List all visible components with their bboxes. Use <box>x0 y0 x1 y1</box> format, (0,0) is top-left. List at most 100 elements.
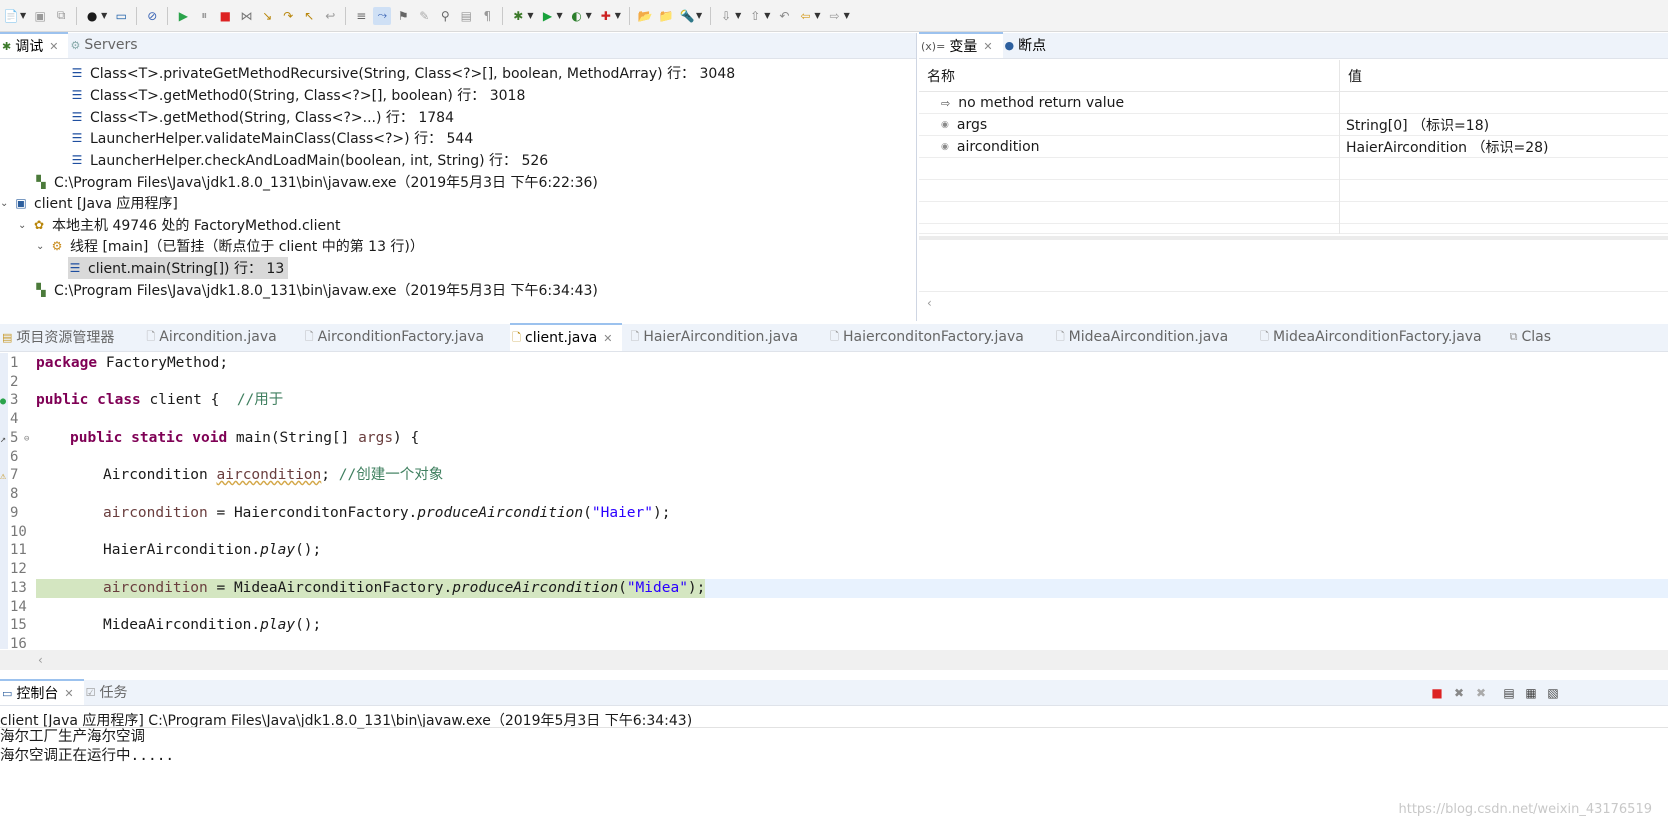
tab-debug[interactable]: ✱ 调试 ✕ <box>0 32 69 58</box>
open-declaration-icon[interactable]: ⚑ <box>394 7 412 25</box>
user-icon[interactable]: ● <box>83 7 101 25</box>
page-icon[interactable]: ▤ <box>457 7 475 25</box>
tab-variables[interactable]: (x)= 变量 ✕ <box>919 32 1003 58</box>
code-editor[interactable]: ● ↗ ⚠ ⊖ 1 2 3 4 5 6 7 8 9 10 11 12 13 14… <box>0 353 1668 652</box>
tab-breakpoints[interactable]: ● 断点 <box>1003 32 1057 58</box>
chevron-down-icon[interactable]: ⌄ <box>18 220 32 231</box>
tab-tasks[interactable]: ☑ 任务 <box>84 679 138 705</box>
save-all-icon[interactable]: ⧉ <box>52 7 70 25</box>
drop-to-frame-icon[interactable]: ↩ <box>321 7 339 25</box>
open-type-icon[interactable]: 📂 <box>636 7 654 25</box>
tab-file[interactable]: 🗋 MideaAircondition.java <box>1034 323 1238 351</box>
selected-stack-frame-row[interactable]: ☰ client.main(String[]) 行： 13 <box>68 257 289 279</box>
variable-row[interactable]: ◉ aircondition HaierAircondition （标识=28) <box>919 136 1668 158</box>
tab-label: MideaAircondition.java <box>1068 329 1229 345</box>
disconnect-icon[interactable]: ⋈ <box>237 7 255 25</box>
stack-frame-row[interactable]: ☰ LauncherHelper.validateMainClass(Class… <box>70 127 474 149</box>
tab-file[interactable]: 🗋 Aircondition.java <box>124 323 286 351</box>
horizontal-scrollbar[interactable]: ‹ <box>919 291 1668 315</box>
run-dropdown-icon[interactable]: ▼ <box>556 11 562 20</box>
code-line-15: MideaAircondition.play(); <box>103 617 322 633</box>
open-task-icon[interactable]: 📁 <box>657 7 675 25</box>
scroll-lock-icon[interactable]: ▦ <box>1522 684 1540 702</box>
detail-pane-divider[interactable] <box>919 236 1668 240</box>
step-return-icon[interactable]: ↖ <box>300 7 318 25</box>
coverage-dropdown-icon[interactable]: ▼ <box>586 11 592 20</box>
tab-file[interactable]: 🗋 HaierconditonFactory.java <box>808 323 1034 351</box>
value-column-header[interactable]: 值 <box>1340 60 1668 91</box>
tab-file[interactable]: ⧉ Clas <box>1492 323 1561 351</box>
editor-horizontal-scrollbar[interactable]: ‹ <box>0 650 1668 670</box>
last-edit-icon[interactable]: ↶ <box>775 7 793 25</box>
chevron-down-icon[interactable]: ⌄ <box>36 241 50 252</box>
close-icon[interactable]: ✕ <box>983 40 992 53</box>
tab-label: 控制台 <box>16 686 59 702</box>
process-row[interactable]: ▚ C:\Program Files\Java\jdk1.8.0_131\bin… <box>34 279 598 301</box>
forward-dropdown-icon[interactable]: ▼ <box>844 11 850 20</box>
java-file-icon: 🗋 <box>146 329 156 343</box>
close-icon[interactable]: ✕ <box>64 687 73 700</box>
debug-dropdown-icon[interactable]: ▼ <box>527 11 533 20</box>
new-dropdown-icon[interactable]: ▼ <box>20 11 26 20</box>
step-into-icon[interactable]: ↘ <box>258 7 276 25</box>
tab-servers[interactable]: ⚙ Servers <box>68 32 147 58</box>
line-number: 9 <box>10 505 19 521</box>
instrument-icon[interactable]: ⚲ <box>436 7 454 25</box>
terminate-icon[interactable]: ■ <box>216 7 234 25</box>
close-icon[interactable]: ✕ <box>49 40 58 53</box>
launch-row[interactable]: ⌄ ▣ client [Java 应用程序] <box>0 192 178 214</box>
resume-icon[interactable]: ▶ <box>174 7 192 25</box>
tab-file[interactable]: 🗋 MideaAirconditionFactory.java <box>1238 323 1491 351</box>
user-dropdown-icon[interactable]: ▼ <box>101 11 107 20</box>
stack-frame-row[interactable]: ☰ Class<T>.privateGetMethodRecursive(Str… <box>70 62 736 84</box>
search-icon[interactable]: 🔦 <box>678 7 696 25</box>
tab-file[interactable]: 🗋 AirconditionFactory.java <box>287 323 494 351</box>
save-icon[interactable]: ▣ <box>31 7 49 25</box>
run-icon[interactable]: ▶ <box>538 7 556 25</box>
back-icon[interactable]: ⇦ <box>796 7 814 25</box>
next-annotation-icon[interactable]: ⇩ <box>717 7 735 25</box>
tab-file[interactable]: 🗋 HaierAircondition.java <box>622 323 808 351</box>
debug-icon[interactable]: ✱ <box>509 7 527 25</box>
back-dropdown-icon[interactable]: ▼ <box>814 11 820 20</box>
tab-console[interactable]: ▭ 控制台 ✕ <box>0 679 84 705</box>
word-wrap-icon[interactable]: ▧ <box>1544 684 1562 702</box>
variable-row[interactable]: ◉ args String[0] （标识=18) <box>919 114 1668 136</box>
variable-name: args <box>956 117 988 133</box>
step-over-icon[interactable]: ↷ <box>279 7 297 25</box>
new-icon[interactable]: 📄 <box>2 7 20 25</box>
paragraph-icon[interactable]: ¶ <box>478 7 496 25</box>
debug-view: ✱ 调试 ✕ ⚙ Servers ☰ Class<T>.privateGetMe… <box>0 32 917 321</box>
prev-annotation-dropdown-icon[interactable]: ▼ <box>764 11 770 20</box>
remove-launch-icon[interactable]: ✖ <box>1450 684 1468 702</box>
debug-target-row[interactable]: ⌄ ✿ 本地主机 49746 处的 FactoryMethod.client <box>18 214 340 236</box>
close-icon[interactable]: ✕ <box>603 332 612 345</box>
edit-icon[interactable]: ✎ <box>415 7 433 25</box>
remove-all-icon[interactable]: ✖ <box>1472 684 1490 702</box>
stack-frame-row[interactable]: ☰ Class<T>.getMethod(String, Class<?>...… <box>70 106 454 128</box>
next-annotation-dropdown-icon[interactable]: ▼ <box>735 11 741 20</box>
forward-icon[interactable]: ⇨ <box>826 7 844 25</box>
use-step-filters-icon[interactable]: ≡ <box>352 7 370 25</box>
tab-project-explorer[interactable]: ▤ 项目资源管理器 <box>0 323 124 351</box>
external-tools-dropdown-icon[interactable]: ▼ <box>615 11 621 20</box>
search-dropdown-icon[interactable]: ▼ <box>696 11 702 20</box>
chevron-down-icon[interactable]: ⌄ <box>0 198 14 209</box>
screen-icon[interactable]: ▭ <box>112 7 130 25</box>
variables-header: 名称 值 <box>919 60 1668 92</box>
thread-row[interactable]: ⌄ ⚙ 线程 [main]（已暂挂（断点位于 client 中的第 13 行)） <box>36 235 424 257</box>
external-tools-icon[interactable]: ✚ <box>597 7 615 25</box>
step-filters-toggle-icon[interactable]: ⤳ <box>373 6 392 25</box>
tab-file-active[interactable]: 🗋 client.java ✕ <box>510 323 623 351</box>
coverage-icon[interactable]: ◐ <box>568 7 586 25</box>
stack-frame-row[interactable]: ☰ Class<T>.getMethod0(String, Class<?>[]… <box>70 84 526 106</box>
stack-frame-row[interactable]: ☰ LauncherHelper.checkAndLoadMain(boolea… <box>70 149 549 171</box>
variable-row[interactable]: ⇨ no method return value <box>919 92 1668 114</box>
process-row[interactable]: ▚ C:\Program Files\Java\jdk1.8.0_131\bin… <box>34 171 598 193</box>
name-column-header[interactable]: 名称 <box>919 60 1340 91</box>
suspend-icon[interactable]: ⏸ <box>195 7 213 25</box>
prev-annotation-icon[interactable]: ⇧ <box>746 7 764 25</box>
terminate-icon[interactable]: ■ <box>1428 684 1446 702</box>
clear-console-icon[interactable]: ▤ <box>1500 684 1518 702</box>
skip-breakpoints-icon[interactable]: ⊘ <box>143 7 161 25</box>
